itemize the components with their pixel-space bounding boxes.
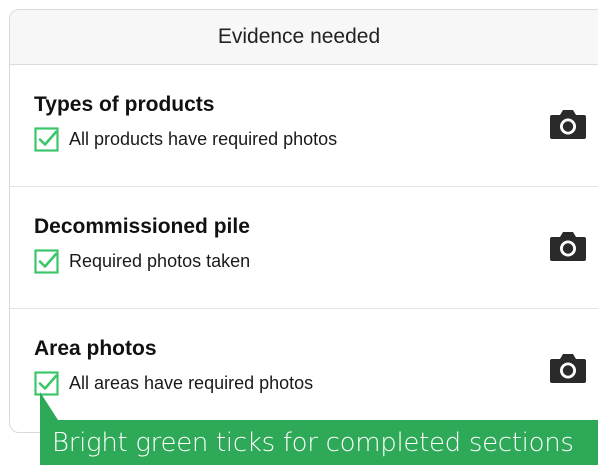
- screen: Evidence needed Types of products All pr…: [0, 0, 598, 465]
- card-title: Evidence needed: [217, 25, 381, 48]
- status-row: All products have required photos: [34, 127, 337, 152]
- camera-button[interactable]: [548, 351, 588, 385]
- callout-text: Bright green ticks for completed section…: [52, 427, 574, 458]
- check-icon: [34, 127, 59, 152]
- camera-button[interactable]: [548, 107, 588, 141]
- status-text: All products have required photos: [69, 129, 338, 149]
- check-icon: [34, 249, 59, 274]
- callout-pointer: [40, 392, 58, 420]
- evidence-card: Evidence needed Types of products All pr…: [9, 9, 598, 433]
- camera-icon: [548, 110, 588, 145]
- status-row: All areas have required photos: [34, 371, 313, 396]
- section-area-photos: Area photos All areas have required phot…: [10, 309, 598, 431]
- section-title: Area photos: [34, 337, 157, 360]
- status-text: Required photos taken: [69, 251, 251, 271]
- status-text: All areas have required photos: [69, 373, 314, 393]
- section-title: Decommissioned pile: [34, 215, 250, 238]
- annotation-callout: Bright green ticks for completed section…: [40, 392, 598, 465]
- card-header: Evidence needed: [10, 10, 598, 65]
- camera-button[interactable]: [548, 229, 588, 263]
- section-title: Types of products: [34, 93, 215, 116]
- section-decommissioned-pile: Decommissioned pile Required photos take…: [10, 187, 598, 309]
- camera-icon: [548, 354, 588, 389]
- camera-icon: [548, 232, 588, 267]
- section-types-of-products: Types of products All products have requ…: [10, 65, 598, 187]
- callout-box: Bright green ticks for completed section…: [40, 420, 598, 465]
- status-row: Required photos taken: [34, 249, 250, 274]
